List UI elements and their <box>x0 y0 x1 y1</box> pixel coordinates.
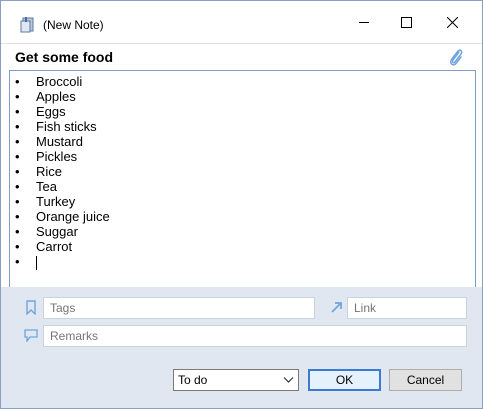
note-item-list: • Broccoli • Apples • Eggs • Fish sticks • Mustar… <box>10 74 110 270</box>
status-select[interactable]: To do <box>173 369 299 391</box>
bullet-marker: • <box>15 149 20 164</box>
note-body-editor[interactable]: • Broccoli • Apples • Eggs • Fish sticks • Mustar… <box>9 70 476 288</box>
list-item[interactable]: • Broccoli <box>10 74 110 89</box>
note-app-icon <box>20 17 34 33</box>
bullet-marker: • <box>15 194 20 209</box>
list-item-text: Tea <box>36 179 57 194</box>
chevron-down-icon <box>283 377 294 383</box>
paperclip-icon[interactable] <box>447 47 465 69</box>
minimize-icon <box>358 21 369 23</box>
close-button[interactable] <box>429 7 475 37</box>
bullet-marker: • <box>15 164 20 179</box>
list-item-text: Mustard <box>36 134 83 149</box>
note-header: Get some food <box>1 43 482 71</box>
bullet-marker: • <box>15 104 20 119</box>
bullet-marker: • <box>15 74 20 89</box>
note-window: (New Note) Get some food • Broccoli • Apple… <box>0 0 483 409</box>
bookmark-icon <box>26 300 36 315</box>
list-item-text: Pickles <box>36 149 78 164</box>
minimize-button[interactable] <box>341 7 387 37</box>
list-item[interactable]: • Pickles <box>10 149 110 164</box>
speech-bubble-icon <box>24 329 38 342</box>
list-item-text: Apples <box>36 89 76 104</box>
list-item[interactable]: • <box>10 254 110 270</box>
list-item-text: Broccoli <box>36 74 83 89</box>
close-icon <box>446 16 458 28</box>
cancel-button[interactable]: Cancel <box>389 369 462 391</box>
title-bar[interactable]: (New Note) <box>1 1 482 43</box>
ok-button[interactable]: OK <box>308 369 381 391</box>
maximize-icon <box>400 16 412 28</box>
list-item[interactable]: • Orange juice <box>10 209 110 224</box>
bullet-marker: • <box>15 209 20 224</box>
maximize-button[interactable] <box>383 7 429 37</box>
list-item-text: Orange juice <box>36 209 110 224</box>
list-item-text: Carrot <box>36 239 73 254</box>
link-input[interactable] <box>347 297 467 319</box>
list-item[interactable]: • Rice <box>10 164 110 179</box>
bullet-marker: • <box>15 224 20 239</box>
status-select-value: To do <box>178 373 208 387</box>
bullet-marker: • <box>15 89 20 104</box>
list-item-text: Eggs <box>36 104 66 119</box>
bullet-marker: • <box>15 239 20 254</box>
list-item[interactable]: • Fish sticks <box>10 119 110 134</box>
list-item-text: Fish sticks <box>36 119 97 134</box>
bullet-marker: • <box>15 179 20 194</box>
list-item[interactable]: • Turkey <box>10 194 110 209</box>
note-title[interactable]: Get some food <box>15 49 113 65</box>
bullet-marker: • <box>15 134 20 149</box>
bullet-marker: • <box>15 119 20 134</box>
list-item-text: Turkey <box>36 194 76 209</box>
list-item[interactable]: • Mustard <box>10 134 110 149</box>
list-item[interactable]: • Apples <box>10 89 110 104</box>
window-title: (New Note) <box>43 18 104 32</box>
list-item[interactable]: • Tea <box>10 179 110 194</box>
text-caret <box>36 255 37 270</box>
tags-input[interactable] <box>43 297 315 319</box>
remarks-input[interactable] <box>43 325 467 347</box>
list-item[interactable]: • Suggar <box>10 224 110 239</box>
link-arrow-icon[interactable] <box>330 300 344 314</box>
list-item[interactable]: • Carrot <box>10 239 110 254</box>
list-item-text: Rice <box>36 164 63 179</box>
list-item[interactable]: • Eggs <box>10 104 110 119</box>
bullet-marker: • <box>15 254 20 269</box>
list-item-text: Suggar <box>36 224 78 239</box>
